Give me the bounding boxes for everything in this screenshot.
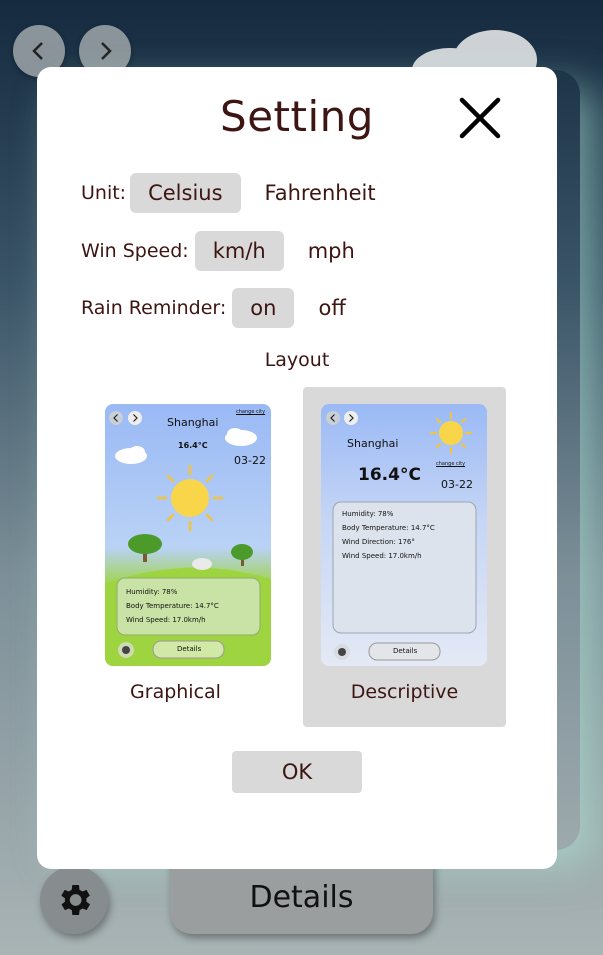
graphical-wind-speed: Wind Speed: 17.0km/h [126,616,206,624]
rain-reminder-row: Rain Reminder: on off [81,288,364,328]
unit-option-celsius[interactable]: Celsius [130,173,241,213]
descriptive-wind-speed: Wind Speed: 17.0km/h [342,552,422,560]
details-button[interactable]: Details [170,860,433,934]
gear-icon [61,885,90,915]
descriptive-details: Details [393,647,418,655]
rain-reminder-label: Rain Reminder: [81,297,227,319]
ok-button[interactable]: OK [232,751,362,793]
layout-caption-descriptive: Descriptive [350,681,459,703]
graphical-humidity: Humidity: 78% [126,588,178,596]
descriptive-date: 03-22 [441,478,473,491]
graphical-body-temp: Body Temperature: 14.7°C [126,602,219,610]
graphical-city: Shanghai [167,416,219,429]
graphical-preview: change city Shanghai 16.4°C 03-22 Humidi… [105,404,271,666]
descriptive-temp: 16.4°C [358,465,421,485]
wind-option-mph[interactable]: mph [290,231,373,271]
descriptive-city: Shanghai [347,437,399,450]
close-icon[interactable] [457,95,503,141]
layout-option-graphical[interactable]: change city Shanghai 16.4°C 03-22 Humidi… [74,387,277,727]
graphical-change-city: change city [236,409,266,415]
descriptive-preview-scene [326,411,477,661]
rain-option-off[interactable]: off [300,288,363,328]
graphical-details: Details [177,645,202,653]
wind-speed-row: Win Speed: km/h mph [81,231,373,271]
descriptive-change-city: change city [436,461,466,467]
settings-modal: Setting Unit: Celsius Fahrenheit Win Spe… [37,67,557,869]
layout-option-descriptive[interactable]: change city Shanghai 16.4°C 03-22 Humidi… [303,387,506,727]
settings-button[interactable] [40,866,108,934]
descriptive-wind-direction: Wind Direction: 176° [342,538,415,546]
wind-option-kmh[interactable]: km/h [194,231,284,271]
chevron-left-icon [32,42,43,60]
unit-label: Unit: [81,182,127,204]
layout-caption-graphical: Graphical [130,681,221,703]
unit-option-fahrenheit[interactable]: Fahrenheit [247,173,394,213]
descriptive-preview: change city Shanghai 16.4°C 03-22 Humidi… [321,404,487,666]
chevron-right-icon [101,42,112,60]
graphical-date: 03-22 [234,454,266,467]
layout-title: Layout [264,349,330,371]
rain-option-on[interactable]: on [232,288,295,328]
descriptive-body-temp: Body Temperature: 14.7°C [342,524,435,532]
descriptive-humidity: Humidity: 78% [342,510,394,518]
unit-row: Unit: Celsius Fahrenheit [81,173,394,213]
wind-speed-label: Win Speed: [81,240,189,262]
graphical-temp: 16.4°C [178,441,208,450]
